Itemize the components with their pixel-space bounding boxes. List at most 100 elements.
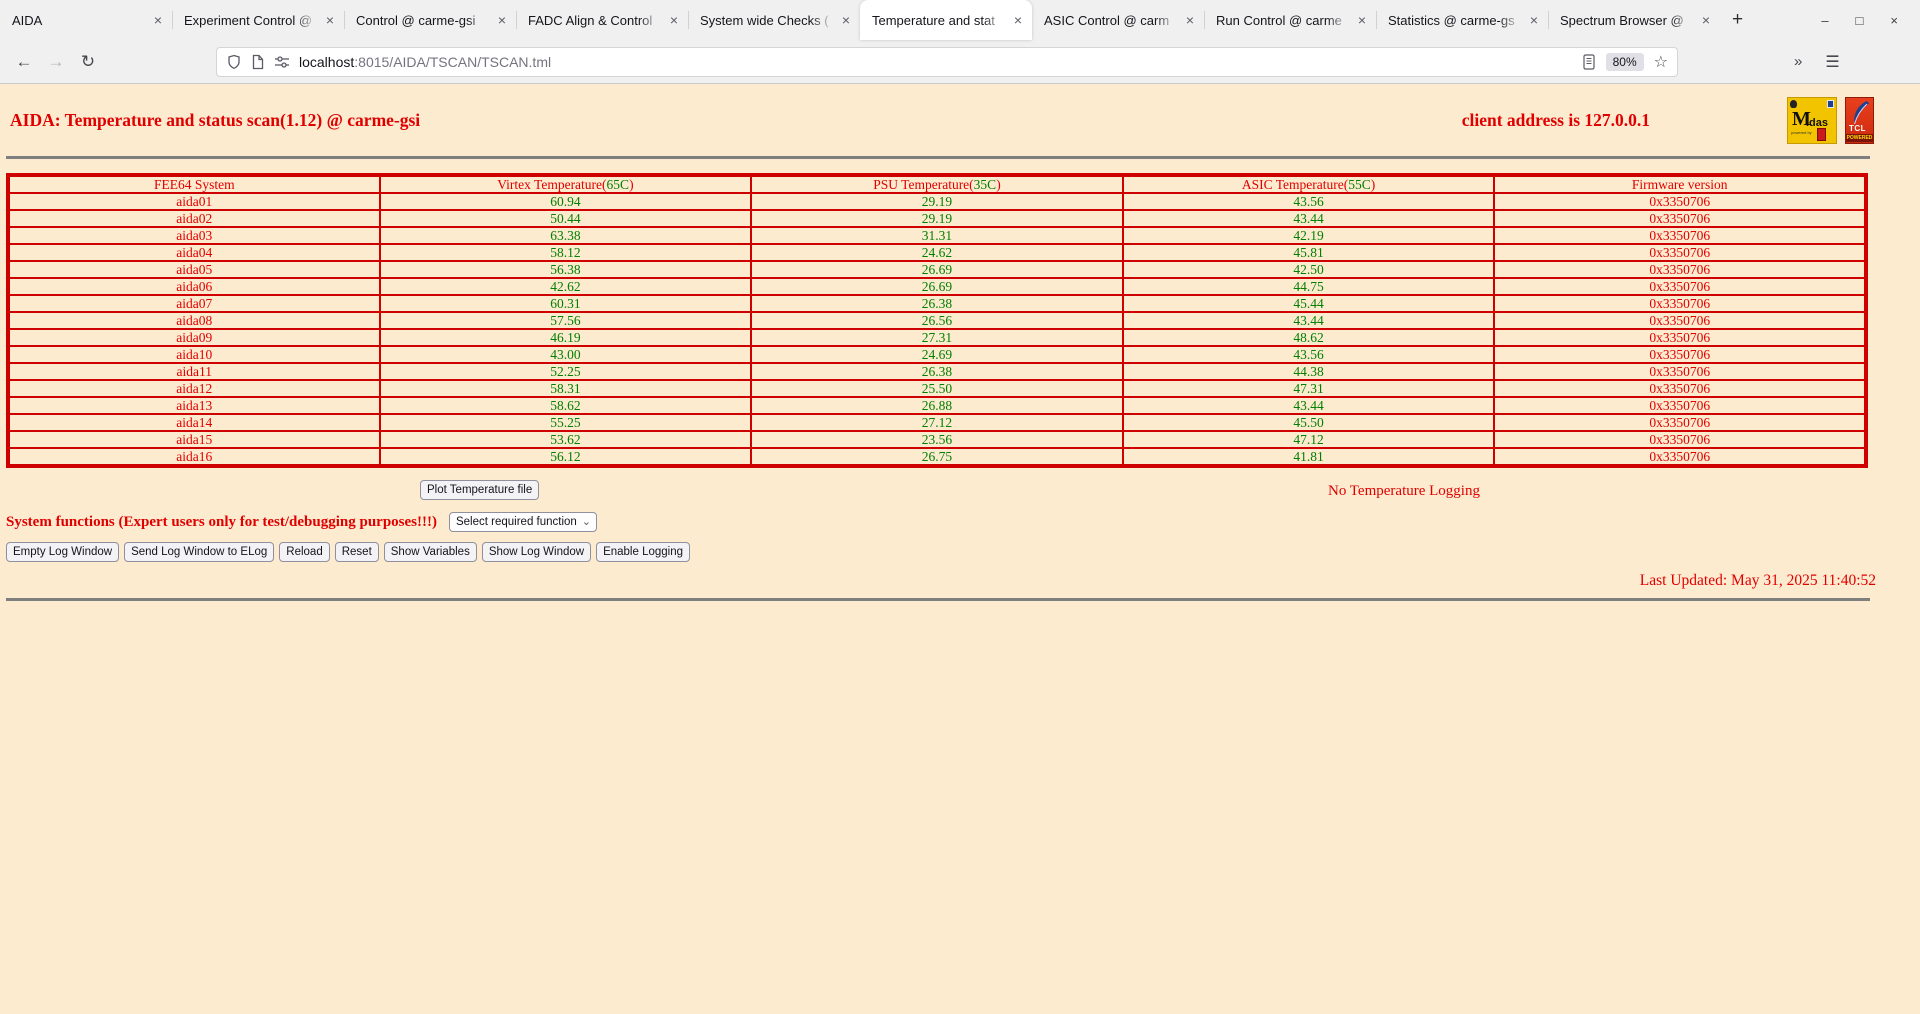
under-table-row: Plot Temperature file No Temperature Log… [0,478,1920,508]
tab-close-icon[interactable]: × [666,12,682,28]
column-header: ASIC Temperature(55C) [1123,175,1495,193]
column-header: Virtex Temperature(65C) [380,175,752,193]
tab-active[interactable]: Temperature and stat× [860,0,1032,40]
cell-virtex: 58.12 [380,244,752,261]
tab-label: Temperature and stat [872,13,1007,28]
midas-logo-figure [1817,128,1826,141]
tab-close-icon[interactable]: × [1182,12,1198,28]
back-button[interactable]: ← [8,52,40,72]
browser-chrome: AIDA×Experiment Control @×Control @ carm… [0,0,1920,84]
table-row: aida0946.1927.3148.620x3350706 [8,329,1866,346]
enable-logging-button[interactable]: Enable Logging [596,542,690,562]
cell-firmware: 0x3350706 [1494,312,1866,329]
tab-close-icon[interactable]: × [1698,12,1714,28]
temperature-table: FEE64 SystemVirtex Temperature(65C)PSU T… [6,173,1868,468]
table-row: aida0760.3126.3845.440x3350706 [8,295,1866,312]
cell-asic: 47.31 [1123,380,1495,397]
tab-close-icon[interactable]: × [1526,12,1542,28]
cell-psu: 29.19 [751,210,1123,227]
cell-virtex: 42.62 [380,278,752,295]
cell-psu: 26.69 [751,261,1123,278]
cell-virtex: 52.25 [380,363,752,380]
tab-close-icon[interactable]: × [838,12,854,28]
tracking-protection-shield-icon[interactable] [226,54,242,70]
cell-system: aida11 [8,363,380,380]
table-row: aida1152.2526.3844.380x3350706 [8,363,1866,380]
toolbar-overflow-icon[interactable]: » [1794,53,1801,70]
system-function-select-value: Select required function [456,516,577,528]
new-tab-button[interactable]: + [1720,0,1755,40]
cell-system: aida16 [8,448,380,466]
tab-close-icon[interactable]: × [1354,12,1370,28]
tab-label: AIDA [12,13,147,28]
tcl-powered-logo[interactable]: TCL POWERED [1845,97,1874,144]
tcl-logo-text: TCL [1849,124,1866,133]
show-log-window-button[interactable]: Show Log Window [482,542,591,562]
table-row: aida1656.1226.7541.810x3350706 [8,448,1866,466]
logging-status-text: No Temperature Logging [1328,483,1480,500]
zoom-level-badge[interactable]: 80% [1606,53,1644,71]
cell-firmware: 0x3350706 [1494,193,1866,210]
tab[interactable]: FADC Align & Control× [516,0,688,40]
maximize-icon[interactable]: □ [1856,14,1864,27]
cell-system: aida04 [8,244,380,261]
plot-temperature-file-button[interactable]: Plot Temperature file [420,480,539,500]
forward-button[interactable]: → [40,52,72,72]
tab[interactable]: Spectrum Browser @× [1548,0,1720,40]
cell-psu: 26.38 [751,295,1123,312]
minimize-icon[interactable]: – [1821,14,1828,27]
cell-virtex: 63.38 [380,227,752,244]
tab[interactable]: Run Control @ carme× [1204,0,1376,40]
cell-system: aida05 [8,261,380,278]
tab-close-icon[interactable]: × [494,12,510,28]
page-info-icon[interactable] [251,54,265,70]
hamburger-menu-icon[interactable]: ☰ [1825,52,1839,72]
cell-psu: 31.31 [751,227,1123,244]
tab-close-icon[interactable]: × [322,12,338,28]
tab-label: Spectrum Browser @ [1560,13,1695,28]
tab-close-icon[interactable]: × [1010,12,1026,28]
reader-mode-icon[interactable] [1582,54,1596,70]
page-content: AIDA: Temperature and status scan(1.12) … [0,84,1920,1014]
midas-logo[interactable]: M idas powered by [1787,97,1837,144]
tab[interactable]: Experiment Control @× [172,0,344,40]
midas-logo-subtext: powered by [1791,130,1812,135]
tab[interactable]: Control @ carme-gsi× [344,0,516,40]
action-buttons-row: Empty Log WindowSend Log Window to ELogR… [6,542,1920,562]
cell-virtex: 60.31 [380,295,752,312]
window-controls: – □ × [1821,0,1920,40]
system-function-select[interactable]: Select required function ⌄ [449,512,597,532]
cell-asic: 44.75 [1123,278,1495,295]
reload-button[interactable]: ↻ [72,52,104,72]
reset-button[interactable]: Reset [335,542,379,562]
tab-close-icon[interactable]: × [150,12,166,28]
cell-psu: 23.56 [751,431,1123,448]
tcl-logo-subtext: POWERED [1846,134,1873,142]
cell-psu: 26.69 [751,278,1123,295]
table-row: aida0363.3831.3142.190x3350706 [8,227,1866,244]
tab[interactable]: Statistics @ carme-gs× [1376,0,1548,40]
logos: M idas powered by TCL POWERED [1787,97,1874,144]
cell-asic: 43.56 [1123,346,1495,363]
cell-psu: 26.56 [751,312,1123,329]
page-title: AIDA: Temperature and status scan(1.12) … [10,110,420,131]
cell-system: aida08 [8,312,380,329]
midas-emblem-right [1827,100,1834,108]
tab[interactable]: ASIC Control @ carm× [1032,0,1204,40]
empty-log-window-button[interactable]: Empty Log Window [6,542,119,562]
cell-psu: 27.31 [751,329,1123,346]
send-log-window-to-elog-button[interactable]: Send Log Window to ELog [124,542,274,562]
cell-system: aida03 [8,227,380,244]
close-icon[interactable]: × [1890,14,1898,27]
reload-button[interactable]: Reload [279,542,329,562]
tab[interactable]: System wide Checks (× [688,0,860,40]
tab[interactable]: AIDA× [0,0,172,40]
cell-psu: 25.50 [751,380,1123,397]
site-permissions-icon[interactable] [274,54,290,70]
cell-virtex: 56.12 [380,448,752,466]
title-row: AIDA: Temperature and status scan(1.12) … [0,84,1920,131]
show-variables-button[interactable]: Show Variables [384,542,477,562]
cell-psu: 26.88 [751,397,1123,414]
bookmark-star-icon[interactable]: ☆ [1654,52,1668,72]
address-bar[interactable]: localhost:8015/AIDA/TSCAN/TSCAN.tml 80% … [216,47,1678,77]
